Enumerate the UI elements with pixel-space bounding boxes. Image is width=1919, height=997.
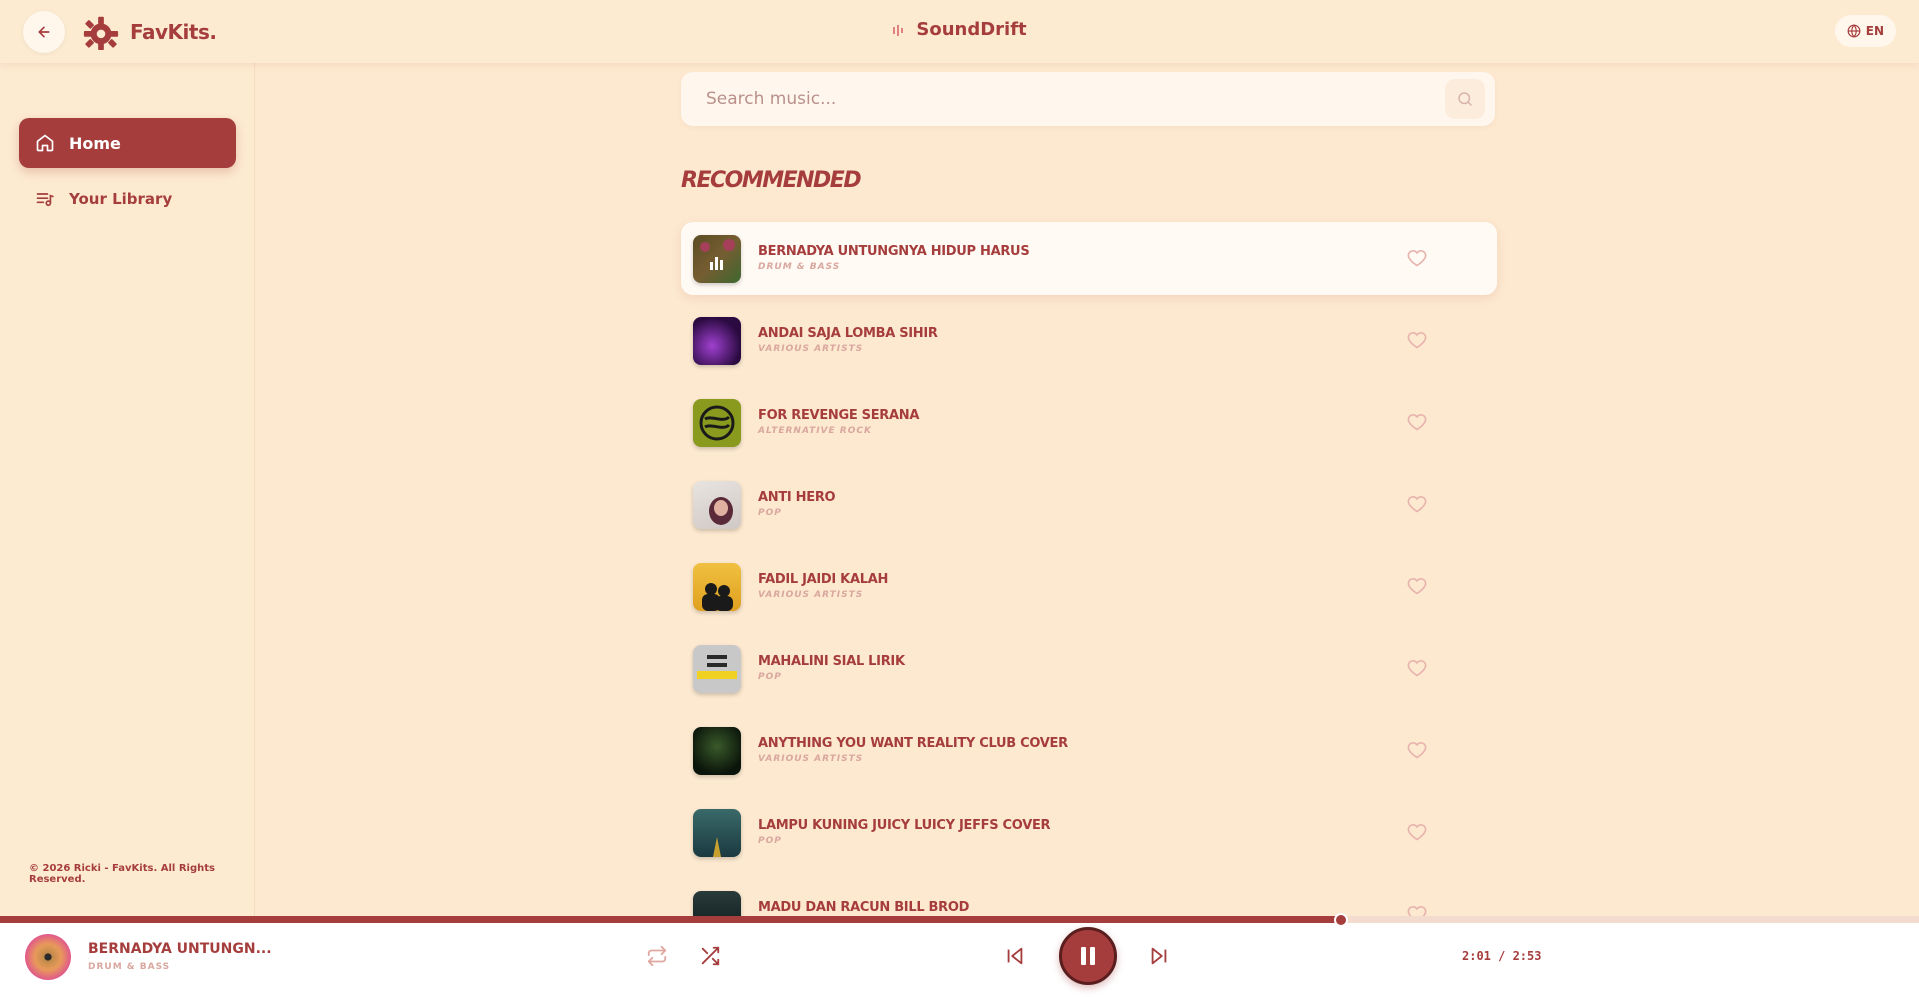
track-info: LAMPU KUNING JUICY LUICY JEFFS COVER POP [758,818,1051,846]
heart-icon[interactable] [1407,658,1427,678]
track-genre: VARIOUS ARTISTS [758,754,864,764]
track-info: MAHALINI SIAL LIRIK POP [758,654,905,682]
progress-bar[interactable] [0,913,1919,927]
track-title: LAMPU KUNING JUICY LUICY JEFFS COVER [758,818,1051,833]
track-info: ANDAI SAJA LOMBA SIHIR VARIOUS ARTISTS [758,326,938,354]
track-row[interactable]: ANYTHING YOU WANT REALITY CLUB COVER VAR… [681,714,1497,787]
album-cover [693,726,741,775]
heart-icon[interactable] [1407,412,1427,432]
heart-icon[interactable] [1407,330,1427,350]
shuffle-button[interactable] [698,945,722,967]
track-info: ANTI HERO POP [758,490,836,518]
home-icon [36,134,54,152]
section-title: RECOMMENDED [681,168,862,193]
track-title: ANDAI SAJA LOMBA SIHIR [758,326,938,341]
track-info: BERNADYA UNTUNGNYA HIDUP HARUS DRUM & BA… [758,244,1030,272]
track-genre: POP [758,508,782,518]
track-title: MADU DAN RACUN BILL BROD [758,900,970,915]
track-row[interactable]: FOR REVENGE SERANA ALTERNATIVE ROCK [681,386,1497,459]
repeat-button[interactable] [646,945,668,967]
track-genre: DRUM & BASS [758,262,841,272]
track-info: FADIL JAIDI KALAH VARIOUS ARTISTS [758,572,888,600]
globe-icon [1847,24,1861,38]
search-button[interactable] [1445,79,1485,119]
repeat-icon [647,945,667,967]
top-header: FavKits. SoundDrift EN [0,0,1919,63]
heart-icon[interactable] [1407,494,1427,514]
track-info: MADU DAN RACUN BILL BROD [758,900,969,916]
skip-back-icon [1007,947,1023,965]
now-playing-cover [25,934,71,980]
track-info: ANYTHING YOU WANT REALITY CLUB COVER VAR… [758,736,1068,764]
heart-icon[interactable] [1407,248,1427,268]
track-genre: VARIOUS ARTISTS [758,590,864,600]
language-button[interactable]: EN [1834,15,1896,47]
sidebar-item-label: Home [69,133,121,153]
track-row[interactable]: MAHALINI SIAL LIRIK POP [681,632,1497,705]
progress-fill [0,916,1342,923]
search-bar [681,72,1495,126]
track-row[interactable]: FADIL JAIDI KALAH VARIOUS ARTISTS [681,550,1497,623]
album-cover [693,808,741,857]
album-cover [693,398,741,447]
player-bar: BERNADYA UNTUNGN... DRUM & BASS 2:01 / 2… [0,923,1919,997]
track-genre: ALTERNATIVE ROCK [758,426,872,436]
pause-icon [1081,947,1095,965]
album-cover [693,890,741,916]
album-cover [693,234,741,283]
track-title: BERNADYA UNTUNGNYA HIDUP HARUS [758,244,1030,259]
next-button[interactable] [1148,945,1170,967]
track-title: MAHALINI SIAL LIRIK [758,654,905,669]
playback-time: 2:01 / 2:53 [1462,949,1542,963]
track-title: ANYTHING YOU WANT REALITY CLUB COVER [758,736,1068,751]
sidebar-item-library[interactable]: Your Library [19,174,236,224]
sidebar-item-label: Your Library [69,190,173,208]
search-icon [1458,92,1472,106]
track-row[interactable]: BERNADYA UNTUNGNYA HIDUP HARUS DRUM & BA… [681,222,1497,295]
sidebar-item-home[interactable]: Home [19,118,236,168]
album-cover [693,480,741,529]
album-cover [693,316,741,365]
library-icon [36,193,54,207]
track-genre: POP [758,672,782,682]
track-title: FOR REVENGE SERANA [758,408,920,423]
language-label: EN [1865,24,1884,38]
app-title: SoundDrift [0,19,1919,40]
track-row[interactable]: ANTI HERO POP [681,468,1497,541]
track-row[interactable]: ANDAI SAJA LOMBA SIHIR VARIOUS ARTISTS [681,304,1497,377]
track-genre: POP [758,836,782,846]
track-genre: VARIOUS ARTISTS [758,344,864,354]
app-title-text: SoundDrift [916,19,1027,40]
heart-icon[interactable] [1407,904,1427,916]
soundwave-icon [893,24,904,36]
heart-icon[interactable] [1407,740,1427,760]
main-content: RECOMMENDED BERNADYA UNTUNGNYA HIDUP HAR… [256,63,1919,916]
shuffle-icon [701,946,720,966]
track-info: FOR REVENGE SERANA ALTERNATIVE ROCK [758,408,919,436]
album-cover [693,644,741,693]
now-playing-genre: DRUM & BASS [88,962,171,972]
search-input[interactable] [681,89,1445,109]
sidebar: Home Your Library © 2026 Ricki - FavKits… [0,63,255,916]
heart-icon[interactable] [1407,822,1427,842]
track-row[interactable]: LAMPU KUNING JUICY LUICY JEFFS COVER POP [681,796,1497,869]
track-title: ANTI HERO [758,490,836,505]
now-playing-title: BERNADYA UNTUNGN... [88,941,272,957]
skip-forward-icon [1151,947,1167,965]
pause-button[interactable] [1059,927,1117,985]
album-cover [693,562,741,611]
track-title: FADIL JAIDI KALAH [758,572,889,587]
track-row[interactable]: MADU DAN RACUN BILL BROD [681,878,1497,916]
previous-button[interactable] [1004,945,1026,967]
copyright-text: © 2026 Ricki - FavKits. All Rights Reser… [29,863,215,885]
heart-icon[interactable] [1407,576,1427,596]
